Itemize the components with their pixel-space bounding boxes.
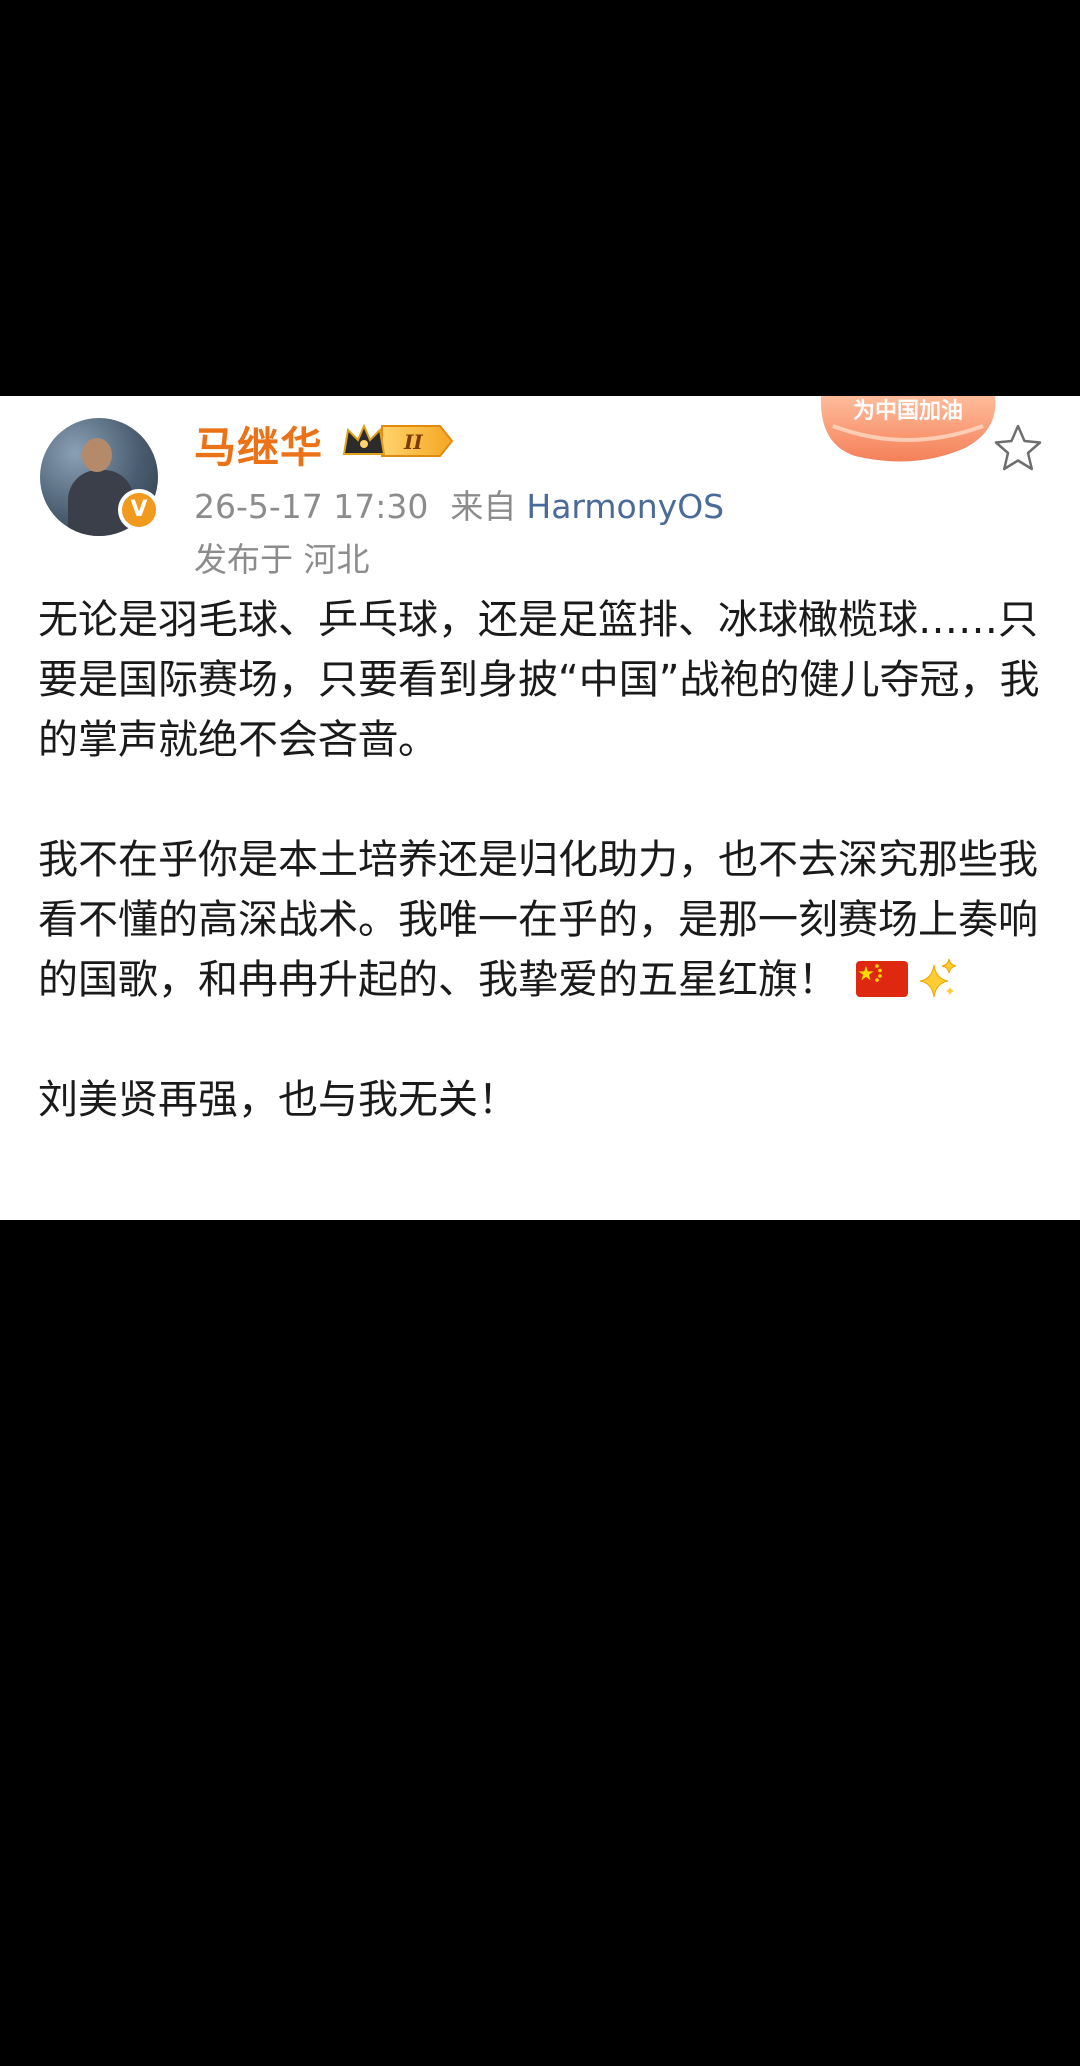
post-source-prefix: 来自 bbox=[450, 487, 517, 526]
promo-banner-text: 为中国加油 bbox=[853, 398, 963, 423]
avatar-figure-head bbox=[82, 438, 112, 472]
post-location: 发布于 河北 bbox=[194, 540, 370, 579]
screenshot-page: V 马继华 II 26-5-17 17:30 来自 HarmonyOS 发布于 河北 bbox=[0, 0, 1080, 2066]
post-paragraph-text: 无论是羽毛球、乒乓球，还是足篮排、冰球橄榄球……只要是国际赛场，只要看到身披“中… bbox=[38, 597, 1040, 763]
weibo-post-card: V 马继华 II 26-5-17 17:30 来自 HarmonyOS 发布于 河北 bbox=[0, 396, 1080, 1220]
author-name[interactable]: 马继华 bbox=[194, 414, 323, 475]
post-paragraph: 我不在乎你是本土培养还是归化助力，也不去深究那些我看不懂的高深战术。我唯一在乎的… bbox=[38, 830, 1048, 1010]
post-meta: 26-5-17 17:30 来自 HarmonyOS bbox=[194, 480, 724, 528]
promo-banner-badge-icon[interactable]: 为中国加油 bbox=[815, 396, 1001, 466]
post-paragraph-text: 刘美贤再强，也与我无关！ bbox=[38, 1077, 518, 1123]
china-flag-emoji-icon bbox=[856, 961, 908, 997]
vip-level-text: II bbox=[403, 430, 423, 454]
post-source-link[interactable]: HarmonyOS bbox=[526, 487, 724, 526]
star-outline-icon[interactable] bbox=[992, 422, 1044, 474]
vip-level-badge-icon[interactable]: II bbox=[340, 420, 456, 462]
post-body: 无论是羽毛球、乒乓球，还是足篮排、冰球橄榄球……只要是国际赛场，只要看到身披“中… bbox=[38, 590, 1048, 1130]
sparkles-emoji-icon bbox=[919, 958, 957, 998]
verified-badge-icon: V bbox=[118, 489, 160, 531]
post-paragraph: 刘美贤再强，也与我无关！ bbox=[38, 1070, 1048, 1130]
post-paragraph: 无论是羽毛球、乒乓球，还是足篮排、冰球橄榄球……只要是国际赛场，只要看到身披“中… bbox=[38, 590, 1048, 770]
post-timestamp[interactable]: 26-5-17 17:30 bbox=[194, 487, 428, 526]
